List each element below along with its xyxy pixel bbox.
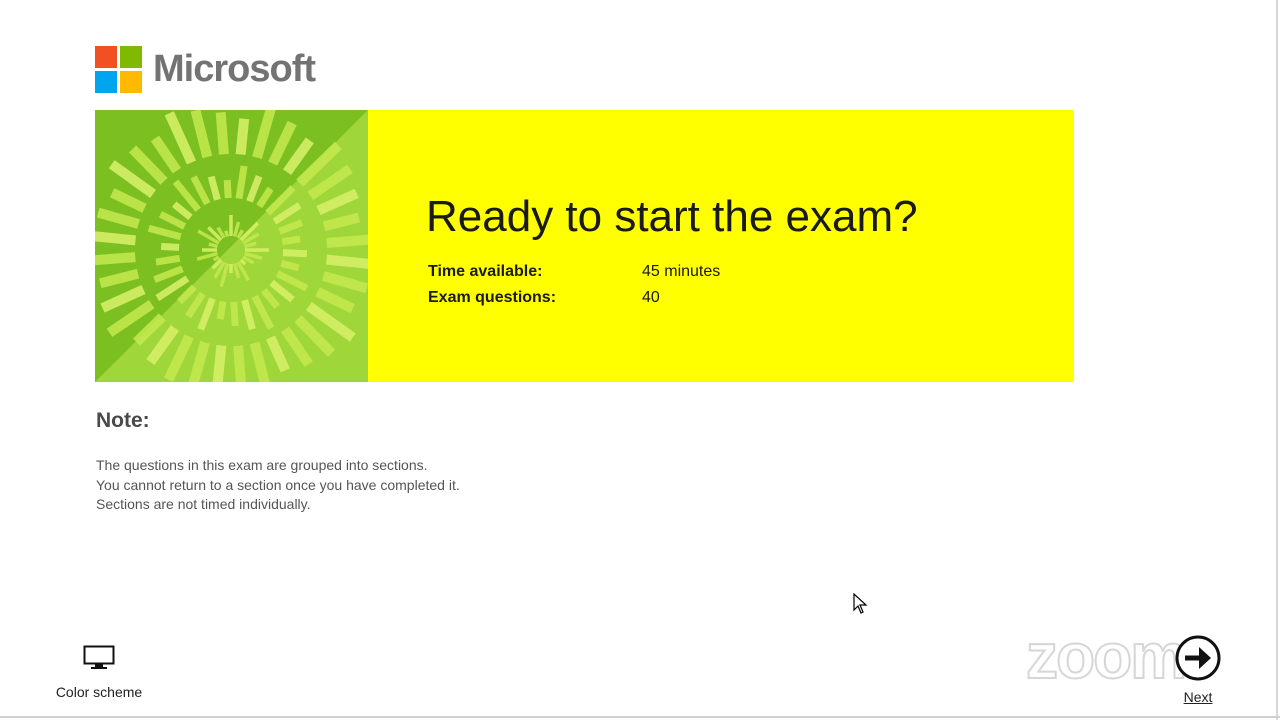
time-available-label: Time available:: [428, 263, 543, 280]
next-label: Next: [1183, 689, 1213, 705]
window-bottom-edge: [0, 716, 1280, 718]
logo-square-green: [120, 46, 142, 68]
note-text: The questions in this exam are grouped i…: [96, 456, 460, 515]
page-title: Ready to start the exam?: [426, 192, 918, 241]
microsoft-logo: Microsoft: [95, 46, 316, 93]
note-line: The questions in this exam are grouped i…: [96, 457, 428, 473]
exam-questions-row: Exam questions: 40: [428, 289, 660, 307]
zoom-watermark: zoom: [1025, 620, 1188, 692]
color-scheme-label: Color scheme: [55, 684, 143, 700]
next-button[interactable]: Next: [1170, 634, 1226, 705]
monitor-icon: [83, 645, 115, 669]
logo-text: Microsoft: [153, 48, 316, 90]
exam-questions-value: 40: [642, 289, 660, 306]
exam-banner: Ready to start the exam? Time available:…: [81, 107, 1074, 396]
window-right-edge: [1276, 0, 1278, 720]
logo-square-blue: [95, 71, 117, 93]
logo-square-yellow: [120, 71, 142, 93]
time-available-value: 45 minutes: [642, 263, 721, 280]
note-line: Sections are not timed individually.: [96, 496, 311, 512]
logo-square-red: [95, 46, 117, 68]
time-available-row: Time available: 45 minutes: [428, 263, 720, 281]
note-heading: Note:: [96, 409, 150, 432]
windows-logo-icon: [95, 46, 142, 93]
banner-graphic: [81, 107, 378, 396]
arrow-right-circle-icon: [1175, 635, 1221, 681]
banner-content: Ready to start the exam? Time available:…: [368, 110, 1074, 382]
color-scheme-button[interactable]: Color scheme: [52, 645, 146, 700]
mouse-cursor-icon: [853, 593, 868, 614]
note-line: You cannot return to a section once you …: [96, 476, 460, 493]
exam-questions-label: Exam questions:: [428, 289, 557, 306]
